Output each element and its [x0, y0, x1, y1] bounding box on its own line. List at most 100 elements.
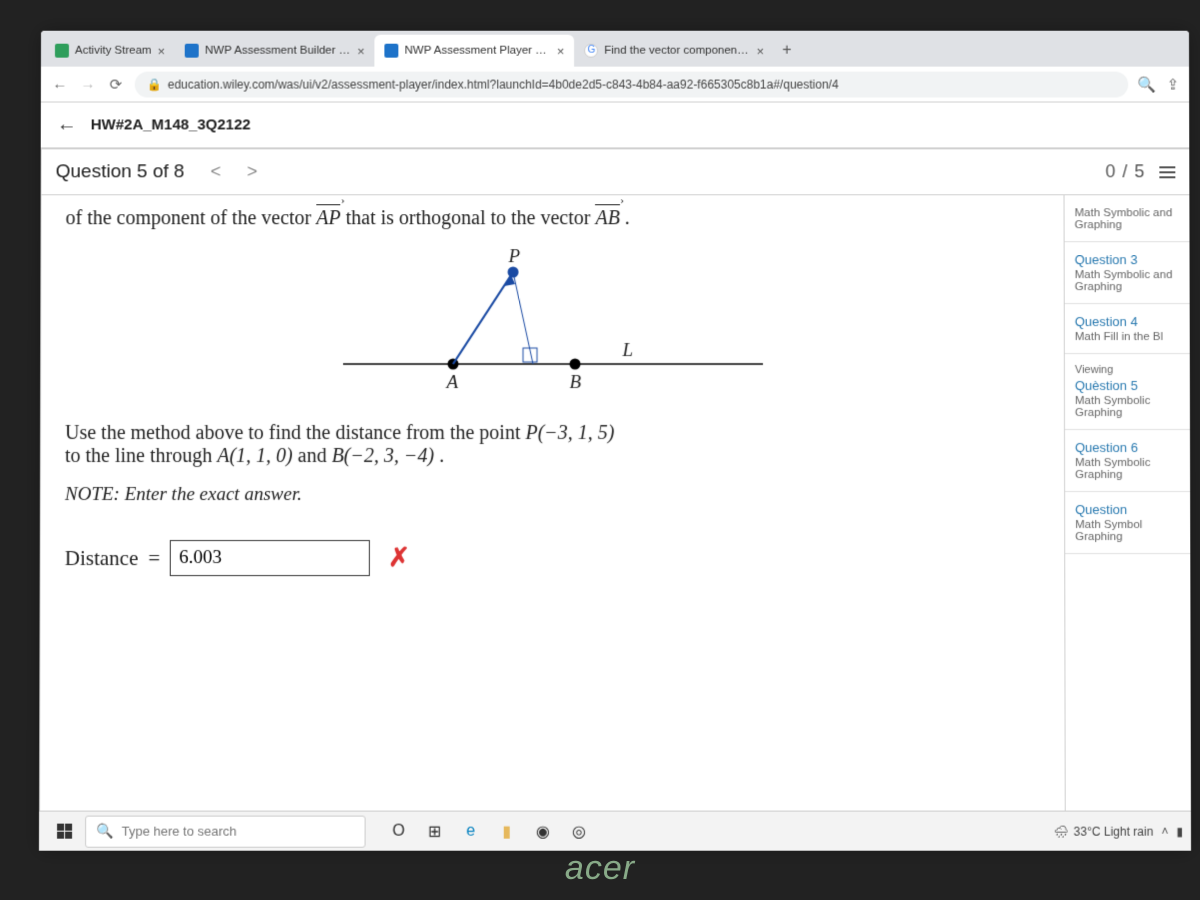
- chrome-icon[interactable]: ◉: [528, 816, 558, 846]
- figure-label-L: L: [622, 340, 633, 362]
- sidebar-item-title: Question 6: [1075, 440, 1182, 455]
- taskbar-search[interactable]: 🔍 Type here to search: [85, 815, 366, 847]
- taskbar-apps: O ⊞ e ▮ ◉ ◎: [384, 816, 594, 846]
- tray-battery-icon[interactable]: ▮: [1176, 824, 1183, 838]
- sidebar-item-sub: Math Symbolic Graphing: [1075, 457, 1182, 481]
- question-text-line1: of the component of the vector AP that i…: [66, 207, 1040, 230]
- share-icon[interactable]: ⇪: [1167, 75, 1180, 93]
- url-field[interactable]: 🔒 education.wiley.com/was/ui/v2/assessme…: [135, 71, 1128, 97]
- back-icon[interactable]: ←: [51, 76, 69, 93]
- reload-icon[interactable]: ⟳: [107, 75, 125, 93]
- question-list-icon[interactable]: [1159, 166, 1175, 178]
- browser-tab[interactable]: Activity Stream ×: [45, 35, 175, 67]
- vector-AB: AB: [595, 207, 619, 229]
- tab-close-icon[interactable]: ×: [557, 43, 565, 58]
- tray-chevron-icon[interactable]: ˄: [1161, 824, 1168, 838]
- cortana-icon[interactable]: O: [384, 816, 414, 846]
- browser-tab-strip: Activity Stream × NWP Assessment Builder…: [41, 31, 1189, 67]
- question-next-button[interactable]: >: [241, 159, 264, 184]
- sidebar-item-sub: Math Symbolic and Graphing: [1075, 269, 1182, 293]
- figure-label-A: A: [447, 372, 459, 394]
- weather-icon: 🌧: [1053, 824, 1068, 838]
- assignment-back-button[interactable]: ←: [57, 113, 77, 136]
- question-sidebar: Math Symbolic and Graphing Question 3 Ma…: [1065, 194, 1192, 850]
- browser-tab[interactable]: G Find the vector component of a ×: [574, 35, 774, 67]
- system-tray: 🌧 33°C Light rain ˄ ▮: [1053, 824, 1183, 838]
- wrong-mark-icon: ✗: [388, 543, 410, 573]
- weather-widget[interactable]: 🌧 33°C Light rain: [1053, 824, 1153, 838]
- text: to the line through: [65, 445, 217, 467]
- tab-close-icon[interactable]: ×: [756, 43, 764, 58]
- sidebar-item-title: Question 3: [1075, 252, 1182, 267]
- text: that is orthogonal to the vector: [346, 207, 596, 229]
- vector-AP: AP: [316, 207, 340, 229]
- answer-input[interactable]: [170, 540, 370, 576]
- url-text: education.wiley.com/was/ui/v2/assessment…: [168, 77, 839, 91]
- edge-icon[interactable]: e: [456, 816, 486, 846]
- screen: Activity Stream × NWP Assessment Builder…: [39, 31, 1191, 851]
- text: Use the method above to find the distanc…: [65, 422, 525, 444]
- weather-text: 33°C Light rain: [1074, 824, 1154, 838]
- lock-icon: 🔒: [147, 77, 162, 91]
- favicon-icon: G: [584, 44, 598, 58]
- sidebar-item[interactable]: Question 6 Math Symbolic Graphing: [1065, 430, 1190, 492]
- search-placeholder: Type here to search: [122, 824, 237, 839]
- sidebar-item-viewing: Viewing: [1075, 364, 1182, 376]
- sidebar-item[interactable]: Question 3 Math Symbolic and Graphing: [1065, 242, 1190, 304]
- favicon-icon: [55, 44, 69, 58]
- file-explorer-icon[interactable]: ▮: [492, 816, 522, 846]
- browser-tab[interactable]: NWP Assessment Builder UI App ×: [175, 35, 375, 67]
- sidebar-item-sub: Math Fill in the Bl: [1075, 331, 1182, 343]
- sidebar-item[interactable]: Question Math Symbol Graphing: [1065, 492, 1190, 554]
- tab-close-icon[interactable]: ×: [157, 43, 165, 58]
- windows-logo-icon: [57, 824, 72, 839]
- question-title: Question 5 of 8: [56, 161, 185, 183]
- answer-label: Distance: [65, 546, 139, 571]
- assignment-header: ← HW#2A_M148_3Q2122: [41, 103, 1190, 149]
- question-score: 0 / 5: [1105, 161, 1145, 182]
- taskview-icon[interactable]: ⊞: [420, 816, 450, 846]
- equals-sign: =: [148, 546, 160, 571]
- question-nav: < >: [204, 159, 263, 184]
- point-B: B(−2, 3, −4): [332, 445, 435, 467]
- figure-label-P: P: [509, 246, 521, 268]
- windows-taskbar: 🔍 Type here to search O ⊞ e ▮ ◉ ◎ 🌧 33°C…: [39, 811, 1191, 851]
- figure-label-B: B: [570, 372, 582, 394]
- point-A: A(1, 1, 0): [217, 445, 293, 467]
- sidebar-item-sub: Math Symbolic Graphing: [1075, 395, 1182, 419]
- tab-label: NWP Assessment Builder UI App: [205, 45, 351, 57]
- browser-tab-active[interactable]: NWP Assessment Player UI Appli ×: [375, 35, 575, 67]
- favicon-icon: [385, 44, 399, 58]
- laptop-brand: acer: [565, 849, 635, 888]
- text: .: [439, 445, 444, 467]
- tab-close-icon[interactable]: ×: [357, 43, 365, 58]
- tab-label: Activity Stream: [75, 45, 152, 57]
- browser-address-bar: ← → ⟳ 🔒 education.wiley.com/was/ui/v2/as…: [41, 67, 1189, 103]
- new-tab-button[interactable]: +: [774, 42, 800, 60]
- favicon-icon: [185, 44, 199, 58]
- text: .: [625, 207, 630, 229]
- answer-row: Distance = ✗: [65, 540, 1041, 576]
- search-icon: 🔍: [96, 823, 114, 840]
- forward-icon[interactable]: →: [79, 76, 97, 93]
- sidebar-item[interactable]: Math Symbolic and Graphing: [1065, 195, 1190, 242]
- sidebar-item-sub: Math Symbolic and Graphing: [1075, 207, 1182, 231]
- main-row: of the component of the vector AP that i…: [39, 194, 1191, 850]
- sidebar-item-sub: Math Symbol Graphing: [1075, 519, 1182, 543]
- point-P: P(−3, 1, 5): [525, 422, 614, 444]
- question-note: NOTE: Enter the exact answer.: [65, 484, 1040, 506]
- question-prev-button[interactable]: <: [204, 159, 227, 184]
- question-body: of the component of the vector AP that i…: [39, 194, 1066, 850]
- zoom-icon[interactable]: 🔍: [1138, 75, 1157, 93]
- question-paragraph: Use the method above to find the distanc…: [65, 422, 1040, 468]
- geometry-figure: P A B L: [323, 244, 783, 404]
- sidebar-item-current[interactable]: Viewing Quèstion 5 Math Symbolic Graphin…: [1065, 354, 1190, 430]
- text: of the component of the vector: [66, 207, 317, 229]
- assignment-name: HW#2A_M148_3Q2122: [91, 116, 251, 133]
- sidebar-item[interactable]: Question 4 Math Fill in the Bl: [1065, 304, 1190, 354]
- sidebar-item-title: Question 4: [1075, 314, 1182, 329]
- tab-label: NWP Assessment Player UI Appli: [405, 45, 551, 57]
- start-button[interactable]: [47, 814, 81, 848]
- app-icon[interactable]: ◎: [564, 816, 594, 846]
- sidebar-item-title: Question: [1075, 502, 1182, 517]
